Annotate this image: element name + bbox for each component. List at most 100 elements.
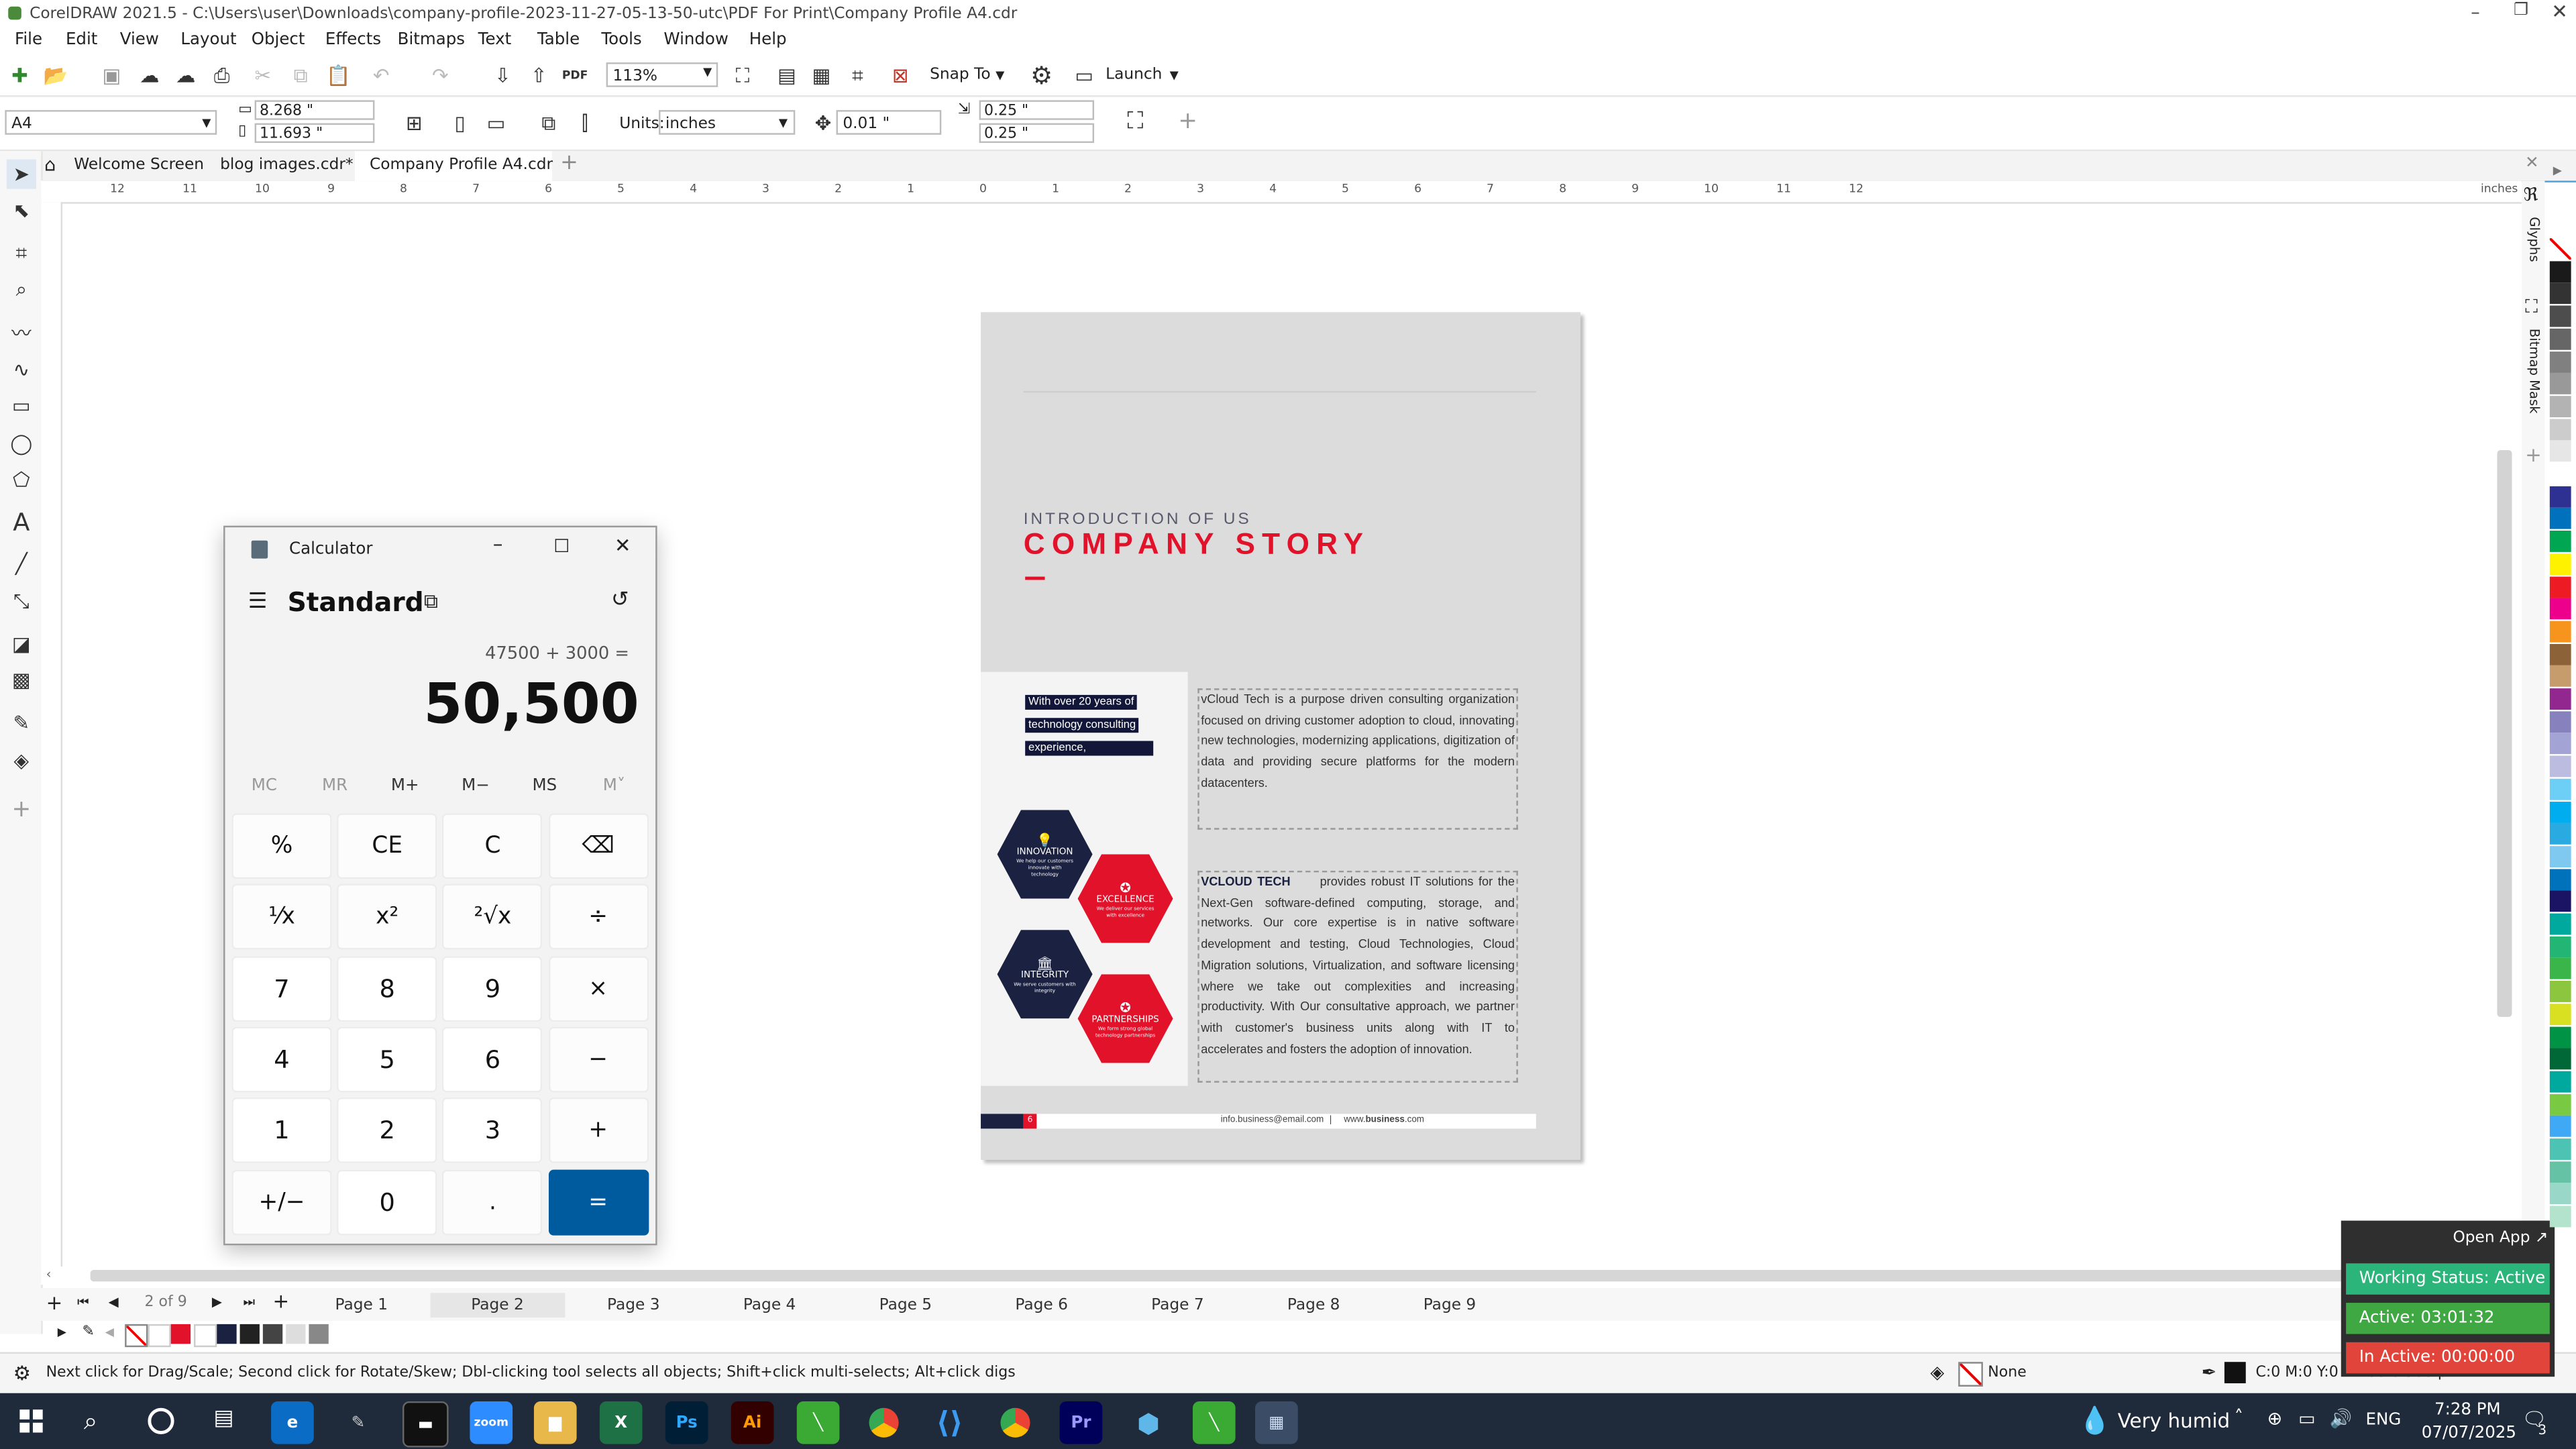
menu-edit[interactable]: Edit [66,32,97,50]
palette-swatch[interactable] [2549,260,2571,282]
import-icon[interactable]: ⇩ [486,59,519,92]
square-root-button[interactable]: ²√x [442,884,543,951]
premiere-taskbar-icon[interactable]: Pr [1059,1401,1103,1444]
minimize-icon[interactable]: – [493,532,503,555]
percent-button[interactable]: % [231,813,332,879]
four-button[interactable]: 4 [231,1026,332,1093]
page-tab[interactable]: Page 8 [1246,1293,1381,1318]
close-document-icon[interactable]: ✕ [2525,154,2539,172]
red-swatch[interactable] [170,1324,191,1344]
menu-text[interactable]: Text [478,32,512,50]
glyphs-docker-tab[interactable]: Glyphs [2527,217,2542,262]
volume-icon[interactable]: 🔊 [2330,1408,2353,1430]
nudge-distance-field[interactable]: 0.01 " [836,110,942,135]
duplicate-distance-x-field[interactable]: 0.25 " [979,100,1095,120]
next-page-icon[interactable]: ▶ [212,1295,222,1309]
chevron-down-icon[interactable]: ▼ [779,117,788,130]
page-tab[interactable]: Page 1 [294,1293,429,1318]
palette-swatch[interactable] [2549,283,2571,305]
options-gear-icon[interactable]: ⚙ [1025,59,1058,92]
palette-expand-icon[interactable]: ▶ [58,1326,66,1339]
palette-swatch[interactable] [2549,1071,2571,1093]
palette-swatch[interactable] [2549,305,2571,327]
nine-button[interactable]: 9 [442,955,543,1022]
gray-swatch[interactable] [309,1324,329,1344]
all-pages-icon[interactable]: ⊞ [398,107,431,140]
interactive-fill-icon[interactable]: ◈ [7,746,36,775]
palette-swatch[interactable] [2549,531,2571,553]
text-frame-1[interactable]: vCloud Tech is a purpose driven consulti… [1197,688,1518,830]
add-docker-icon[interactable]: + [2525,443,2542,466]
outline-color-swatch[interactable] [2224,1362,2246,1384]
clear-entry-button[interactable]: CE [337,813,437,879]
keep-on-top-icon[interactable]: ⧉ [424,590,438,614]
zoom-level-field[interactable]: 113% [606,62,718,87]
palette-swatch[interactable] [2549,418,2571,440]
palette-scroll-icon[interactable]: ◀ [105,1326,114,1339]
landscape-icon[interactable]: ▭ [480,107,513,140]
crop-tool-icon[interactable]: ⌗ [7,238,36,268]
previous-page-icon[interactable]: ◀ [109,1295,119,1309]
edit-bleed-icon[interactable]: ⛶ [1119,105,1152,138]
add-icon[interactable]: + [1171,105,1204,138]
parallel-dimension-icon[interactable]: ╱ [7,549,36,578]
palette-swatch[interactable] [2549,1026,2571,1048]
palette-swatch[interactable] [2549,598,2571,620]
scroll-left-icon[interactable]: ‹ [46,1267,52,1281]
show-guidelines-icon[interactable]: ⌗ [841,59,874,92]
fill-none-swatch[interactable] [1958,1362,1983,1387]
zoom-taskbar-icon[interactable]: zoom [470,1401,513,1444]
add-tab-icon[interactable]: + [560,151,578,176]
cortana-icon[interactable] [148,1407,174,1434]
document-page[interactable]: INTRODUCTION OF US COMPANY STORY With ov… [981,312,1580,1160]
minimize-icon[interactable]: – [2471,1,2479,23]
no-color-swatch[interactable] [125,1324,148,1348]
palette-swatch[interactable] [2549,1093,2571,1115]
duplicate-distance-y-field[interactable]: 0.25 " [979,123,1095,144]
dark-gray-swatch[interactable] [262,1324,283,1344]
menu-layout[interactable]: Layout [180,32,236,50]
calculator-window[interactable]: Calculator – ☐ ✕ ☰ Standard ⧉ ↺ 47500 + … [223,525,657,1246]
page-tab[interactable]: Page 3 [566,1293,701,1318]
coreldraw-active-taskbar-icon[interactable]: ╲ [1192,1401,1236,1444]
palette-swatch[interactable] [2549,665,2571,688]
page-tab[interactable]: Page 2 [430,1293,565,1318]
add-tool-icon[interactable]: + [7,795,36,824]
palette-swatch[interactable] [2549,845,2571,867]
page-size-select[interactable]: A4 [5,110,217,135]
palette-swatch[interactable] [2549,913,2571,935]
chevron-down-icon[interactable]: ▼ [202,117,211,130]
six-button[interactable]: 6 [442,1026,543,1093]
chrome-taskbar-icon[interactable] [863,1401,906,1444]
eyedropper-icon[interactable]: ✎ [7,708,36,738]
battery-icon[interactable]: ▭ [2298,1408,2315,1430]
menu-effects[interactable]: Effects [325,32,381,50]
palette-swatch[interactable] [2549,755,2571,777]
publish-pdf-icon[interactable]: PDF [559,59,592,92]
page-tab[interactable]: Page 5 [838,1293,973,1318]
palette-swatch[interactable] [2549,1161,2571,1183]
menu-window[interactable]: Window [663,32,729,50]
palette-swatch[interactable] [2549,395,2571,417]
current-page-icon[interactable]: ⫿ [568,107,601,140]
palette-swatch[interactable] [2549,463,2571,485]
export-icon[interactable]: ⇧ [523,59,555,92]
equals-button[interactable]: = [547,1169,649,1235]
text-tool-icon[interactable]: A [7,508,36,537]
palette-swatch[interactable] [2549,643,2571,665]
palette-swatch[interactable] [2549,621,2571,643]
page-height-field[interactable]: 11.693 " [254,123,375,144]
tab-welcome-screen[interactable]: Welcome Screen [74,156,204,174]
palette-swatch[interactable] [2549,1003,2571,1025]
undo-icon[interactable]: ↶ [365,59,398,92]
menu-help[interactable]: Help [749,32,787,50]
palette-swatch[interactable] [2549,486,2571,507]
page-tab[interactable]: Page 9 [1383,1293,1517,1318]
palette-swatch[interactable] [2549,688,2571,710]
bitmap-mask-icon[interactable]: ⛶ [2525,296,2538,319]
divide-button[interactable]: ÷ [547,884,649,951]
close-icon[interactable]: ✕ [2551,0,2568,23]
horizontal-scroll-thumb[interactable] [90,1270,2481,1282]
palette-swatch[interactable] [2549,350,2571,372]
apply-all-pages-icon[interactable]: ⧉ [532,107,565,140]
